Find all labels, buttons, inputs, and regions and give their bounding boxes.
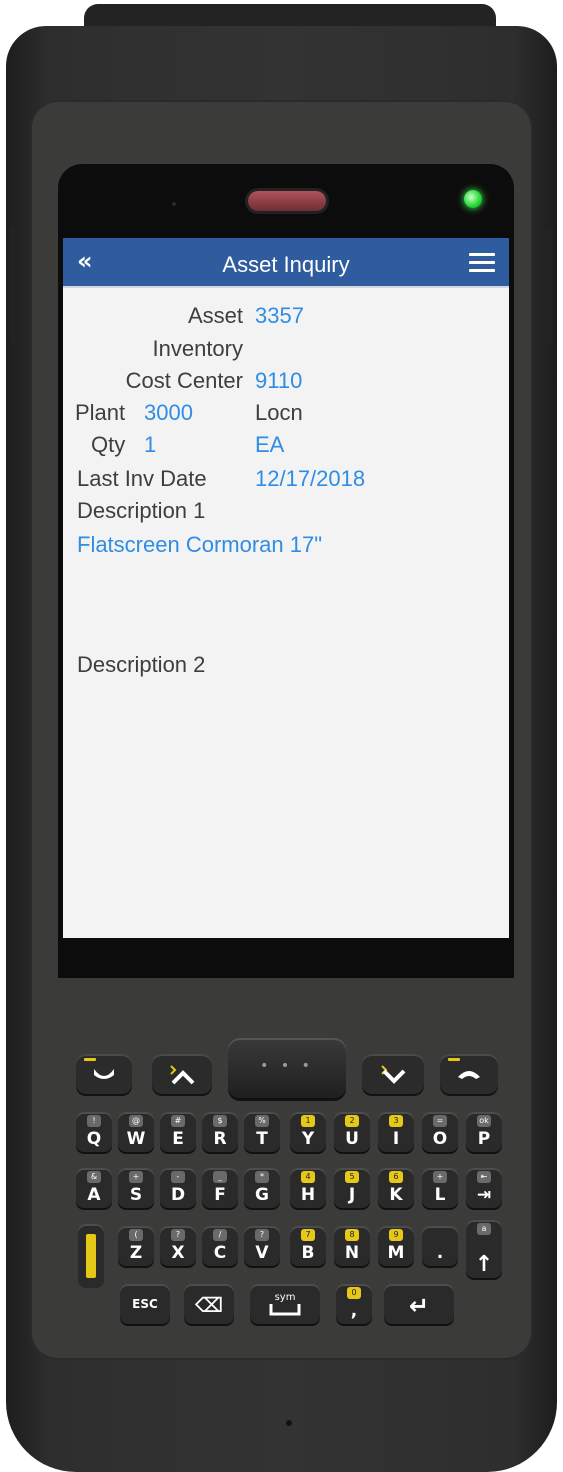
key-w[interactable]: @ W: [118, 1112, 154, 1152]
key-n[interactable]: 8N: [334, 1226, 370, 1266]
last-inv-date-label: Last Inv Date: [77, 466, 207, 491]
key-period[interactable]: .: [422, 1226, 458, 1266]
key-a[interactable]: & A: [76, 1168, 112, 1208]
app-screen: « Asset Inquiry Asset 3357 Inventory Cos…: [63, 238, 509, 938]
space-bar-icon: [269, 1304, 301, 1316]
end-call-key[interactable]: [440, 1054, 498, 1094]
key-z[interactable]: (Z: [118, 1226, 154, 1266]
key-f[interactable]: _ F: [202, 1168, 238, 1208]
description-1-label: Description 1: [77, 498, 206, 523]
plant-value[interactable]: 3000: [144, 400, 193, 426]
page-title: Asset Inquiry: [222, 252, 350, 277]
side-button-left: [10, 226, 22, 346]
center-scan-key[interactable]: • • •: [228, 1038, 346, 1098]
asset-value[interactable]: 3357: [255, 303, 304, 329]
phone-hangup-icon: [458, 1071, 480, 1079]
plant-label: Plant: [75, 400, 126, 425]
last-inv-date-value[interactable]: 12/17/2018: [255, 466, 365, 492]
sym-space-key[interactable]: sym: [250, 1284, 320, 1324]
key-h[interactable]: 4H: [290, 1168, 326, 1208]
description-1-value[interactable]: Flatscreen Cormoran 17": [77, 532, 322, 558]
esc-key[interactable]: ESC: [120, 1284, 170, 1324]
qty-label: Qty: [91, 432, 126, 457]
key-y[interactable]: 1Y: [290, 1112, 326, 1152]
key-shift[interactable]: a ↑: [466, 1220, 502, 1278]
key-k[interactable]: 6K: [378, 1168, 414, 1208]
key-e[interactable]: # E: [160, 1112, 196, 1152]
side-button-right: [541, 226, 553, 346]
key-g[interactable]: * G: [244, 1168, 280, 1208]
key-i[interactable]: 3I: [378, 1112, 414, 1152]
up-nav-key[interactable]: [152, 1054, 212, 1094]
phone-answer-icon: [94, 1069, 114, 1079]
status-led: [464, 190, 482, 208]
key-x[interactable]: ? X: [160, 1226, 196, 1266]
chevron-down-icon: [381, 1065, 406, 1084]
down-nav-key[interactable]: [362, 1054, 424, 1094]
screen-bottom-bezel: [58, 938, 514, 978]
key-o[interactable]: = O: [422, 1112, 458, 1152]
key-d[interactable]: -D: [160, 1168, 196, 1208]
key-v[interactable]: ? V: [244, 1226, 280, 1266]
enter-key[interactable]: ↵: [384, 1284, 454, 1324]
inventory-label: Inventory: [152, 336, 244, 361]
cost-center-label: Cost Center: [125, 368, 243, 393]
locn-label: Locn: [255, 400, 303, 425]
key-u[interactable]: 2U: [334, 1112, 370, 1152]
speaker-grille: [248, 191, 326, 211]
device-bottom-dot: [286, 1420, 292, 1426]
chevron-up-icon: [170, 1065, 195, 1085]
hamburger-menu-icon[interactable]: [469, 253, 495, 273]
key-p[interactable]: ok P: [466, 1112, 502, 1152]
app-header: « Asset Inquiry: [63, 238, 509, 288]
key-tab[interactable]: ⇤ ⇥: [466, 1168, 502, 1208]
key-t[interactable]: % T: [244, 1112, 280, 1152]
key-q[interactable]: ! Q: [76, 1112, 112, 1152]
key-l[interactable]: + L: [422, 1168, 458, 1208]
backspace-key[interactable]: ⌫: [184, 1284, 234, 1324]
uom-value: EA: [255, 432, 285, 457]
key-c[interactable]: / C: [202, 1226, 238, 1266]
key-s[interactable]: + S: [118, 1168, 154, 1208]
asset-label: Asset: [187, 303, 243, 328]
alpha-shift-key[interactable]: [78, 1224, 104, 1288]
key-m[interactable]: 9M: [378, 1226, 414, 1266]
cost-center-value[interactable]: 9110: [255, 368, 302, 394]
key-b[interactable]: 7B: [290, 1226, 326, 1266]
sensor-dot: [172, 202, 176, 206]
qty-value[interactable]: 1: [144, 432, 156, 458]
description-2-label: Description 2: [77, 652, 206, 677]
call-key[interactable]: [76, 1054, 132, 1094]
key-j[interactable]: 5J: [334, 1168, 370, 1208]
key-r[interactable]: $ R: [202, 1112, 238, 1152]
key-comma[interactable]: 0,: [336, 1284, 372, 1324]
